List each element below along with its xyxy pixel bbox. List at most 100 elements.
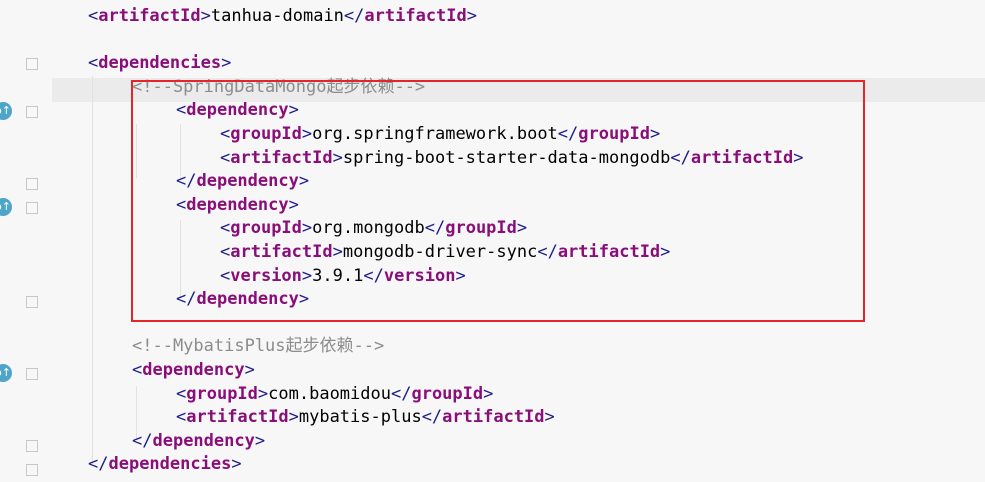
tag-name: groupId bbox=[578, 124, 650, 144]
tag-name: dependency bbox=[142, 360, 245, 380]
tag-bracket: > bbox=[288, 194, 299, 215]
tag-name: groupId bbox=[445, 218, 517, 239]
tag-bracket: </ bbox=[390, 383, 412, 404]
tag-bracket: > bbox=[244, 360, 255, 380]
tag-bracket: < bbox=[220, 124, 231, 144]
fold-icon[interactable] bbox=[26, 178, 38, 190]
code-line[interactable]: <dependency> bbox=[132, 358, 255, 382]
tag-bracket: < bbox=[220, 242, 231, 262]
tag-bracket: </ bbox=[424, 218, 446, 239]
tag-bracket: </ bbox=[363, 265, 384, 286]
maven-dependency-icon[interactable]: o↑ bbox=[0, 198, 12, 216]
tag-value: org.springframework.boot bbox=[312, 124, 558, 144]
tag-bracket: < bbox=[176, 194, 187, 215]
tag-bracket: > bbox=[516, 218, 528, 239]
fold-icon[interactable] bbox=[26, 106, 38, 118]
code-line[interactable]: <version>3.9.1</version> bbox=[220, 264, 466, 288]
fold-icon[interactable] bbox=[26, 368, 38, 380]
tag-bracket: > bbox=[544, 407, 555, 428]
editor-gutter: o↑ o↑ o↑ bbox=[0, 0, 52, 482]
fold-icon[interactable] bbox=[26, 58, 38, 70]
tag-name: version bbox=[230, 265, 302, 286]
tag-bracket: </ bbox=[176, 171, 197, 192]
indent-guide bbox=[136, 124, 137, 178]
maven-dependency-icon[interactable]: o↑ bbox=[0, 364, 12, 382]
code-line[interactable]: <groupId>com.baomidou</groupId> bbox=[176, 382, 493, 406]
tag-bracket: > bbox=[200, 6, 211, 26]
tag-bracket: > bbox=[301, 265, 313, 286]
tag-bracket: < bbox=[132, 360, 143, 380]
fold-icon[interactable] bbox=[26, 296, 38, 308]
code-line[interactable]: </dependencies> bbox=[88, 452, 242, 476]
tag-name: dependency bbox=[152, 430, 255, 451]
code-line[interactable]: <dependency> bbox=[176, 98, 299, 122]
tag-bracket: < bbox=[220, 265, 231, 286]
tag-bracket: > bbox=[298, 171, 310, 192]
tag-value: mybatis-plus bbox=[298, 407, 422, 428]
xml-comment: <!--SpringDataMongo起步依赖--> bbox=[132, 76, 426, 97]
tag-value: spring-boot-starter-data-mongodb bbox=[342, 147, 671, 168]
tag-bracket: > bbox=[793, 147, 804, 168]
tag-bracket: < bbox=[220, 218, 231, 239]
code-line[interactable]: <artifactId>tanhua-domain</artifactId> bbox=[88, 4, 477, 28]
tag-name: artifactId bbox=[98, 6, 201, 26]
code-line[interactable]: <!--MybatisPlus起步依赖--> bbox=[132, 334, 384, 358]
tag-name: artifactId bbox=[442, 407, 545, 428]
code-line[interactable]: </dependency> bbox=[176, 287, 309, 311]
tag-bracket: < bbox=[220, 147, 231, 168]
tag-name: groupId bbox=[230, 218, 302, 239]
fold-icon[interactable] bbox=[26, 202, 38, 214]
tag-value: tanhua-domain bbox=[210, 6, 344, 26]
fold-icon[interactable] bbox=[26, 440, 38, 452]
tag-bracket: < bbox=[176, 407, 187, 428]
tag-value: com.baomidou bbox=[268, 383, 391, 404]
tag-bracket: < bbox=[176, 383, 187, 404]
tag-bracket: > bbox=[254, 430, 266, 451]
code-line[interactable]: <dependencies> bbox=[88, 51, 231, 75]
code-line[interactable]: </dependency> bbox=[176, 169, 309, 193]
code-editor[interactable]: o↑ o↑ o↑ <artifactId>tanhua-domain</arti… bbox=[0, 0, 985, 482]
tag-bracket: > bbox=[660, 242, 671, 262]
tag-name: artifactId bbox=[230, 147, 333, 168]
tag-bracket: </ bbox=[176, 289, 197, 310]
tag-bracket: </ bbox=[557, 124, 579, 144]
tag-bracket: < bbox=[88, 53, 99, 74]
code-line[interactable]: <groupId>org.springframework.boot</group… bbox=[220, 122, 660, 146]
tag-bracket: > bbox=[221, 53, 232, 74]
tag-bracket: </ bbox=[343, 6, 365, 26]
tag-bracket: > bbox=[298, 289, 310, 310]
code-line[interactable]: </dependency> bbox=[132, 429, 265, 453]
tag-bracket: > bbox=[257, 383, 269, 404]
code-line[interactable]: <artifactId>mongodb-driver-sync</artifac… bbox=[220, 240, 670, 264]
tag-bracket: > bbox=[332, 242, 343, 262]
tag-bracket: </ bbox=[421, 407, 443, 428]
tag-bracket: > bbox=[231, 454, 242, 475]
code-line[interactable]: <groupId>org.mongodb</groupId> bbox=[220, 216, 527, 240]
xml-comment: <!--MybatisPlus起步依赖--> bbox=[132, 336, 385, 357]
tag-name: version bbox=[383, 265, 456, 286]
tag-name: dependencies bbox=[98, 53, 222, 74]
maven-dependency-icon[interactable]: o↑ bbox=[0, 102, 12, 120]
code-line[interactable]: <artifactId>mybatis-plus</artifactId> bbox=[176, 405, 555, 429]
tag-bracket: > bbox=[288, 407, 299, 428]
tag-name: groupId bbox=[230, 124, 302, 144]
tag-name: groupId bbox=[411, 383, 484, 404]
tag-bracket: > bbox=[466, 6, 478, 26]
tag-name: artifactId bbox=[364, 6, 467, 26]
code-line[interactable]: <artifactId>spring-boot-starter-data-mon… bbox=[220, 146, 803, 170]
tag-bracket: </ bbox=[132, 430, 153, 451]
tag-value: org.mongodb bbox=[312, 218, 425, 239]
tag-bracket: </ bbox=[537, 242, 558, 262]
tag-name: artifactId bbox=[557, 242, 661, 262]
tag-bracket: > bbox=[301, 218, 313, 239]
tag-name: dependency bbox=[186, 194, 289, 215]
tag-name: dependency bbox=[196, 289, 299, 310]
code-line[interactable]: <!--SpringDataMongo起步依赖--> bbox=[132, 75, 425, 99]
code-line[interactable]: <dependency> bbox=[176, 193, 299, 217]
tag-bracket: > bbox=[332, 147, 343, 168]
tag-name: dependencies bbox=[108, 454, 232, 475]
tag-bracket: < bbox=[88, 6, 99, 26]
fold-icon[interactable] bbox=[26, 464, 38, 476]
indent-guide bbox=[92, 76, 93, 466]
tag-name: artifactId bbox=[230, 242, 333, 262]
